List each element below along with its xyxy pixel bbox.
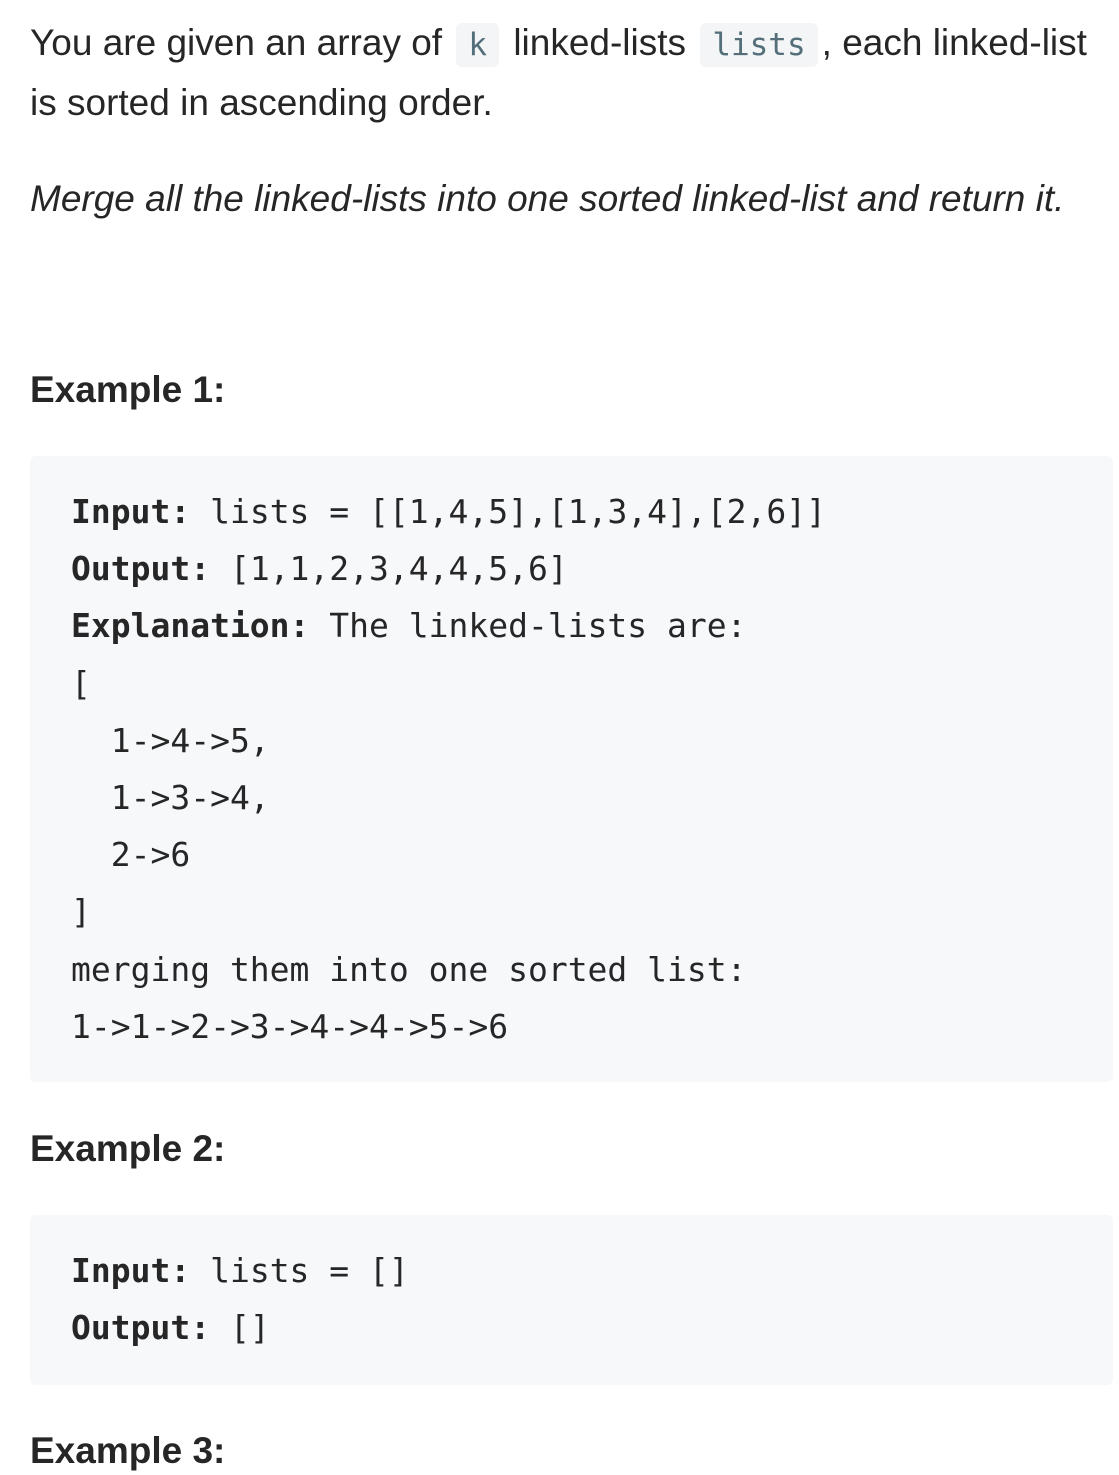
example-1-code-block: Input: lists = [[1,4,5],[1,3,4],[2,6]] O… (30, 456, 1113, 1082)
problem-intro: You are given an array of k linked-lists… (30, 14, 1113, 132)
explanation-line: 2->6 (71, 835, 191, 875)
output-value: [] (210, 1308, 270, 1348)
input-value: lists = [[1,4,5],[1,3,4],[2,6]] (190, 492, 826, 531)
explanation-text: The linked-lists are: (309, 606, 747, 646)
input-label: Input: (71, 1251, 191, 1290)
example-1-explanation-line: Explanation: The linked-lists are: (71, 597, 1113, 654)
explanation-line: 1->1->2->3->4->4->5->6 (71, 1006, 509, 1046)
explanation-line: merging them into one sorted list: (71, 949, 747, 989)
problem-task: Merge all the linked-lists into one sort… (30, 178, 1065, 219)
explanation-line: [ (71, 663, 91, 703)
example-2-code-block: Input: lists = [] Output: [] (30, 1215, 1113, 1385)
explanation-line: 1->4->5, (71, 720, 270, 760)
example-2-heading: Example 2: (30, 1128, 226, 1169)
example-1-input-line: Input: lists = [[1,4,5],[1,3,4],[2,6]] (71, 483, 1113, 540)
output-label: Output: (71, 549, 211, 589)
inline-code-lists: lists (700, 23, 818, 67)
example-2-input-line: Input: lists = [] (71, 1242, 1113, 1299)
intro-text-1: You are given an array of (30, 22, 443, 63)
example-3-heading: Example 3: (30, 1430, 226, 1471)
explanation-line: 1->3->4, (71, 777, 270, 817)
output-label: Output: (71, 1308, 211, 1348)
example-2-output-line: Output: [] (71, 1299, 1113, 1356)
output-value: [1,1,2,3,4,4,5,6] (210, 549, 568, 589)
inline-code-k: k (456, 23, 500, 67)
explanation-label: Explanation: (71, 606, 310, 646)
input-label: Input: (71, 492, 191, 531)
input-value: lists = [] (190, 1251, 409, 1290)
intro-text-2: linked-lists (513, 22, 687, 63)
example-1-heading: Example 1: (30, 369, 226, 410)
explanation-line: ] (71, 892, 91, 932)
example-1-output-line: Output: [1,1,2,3,4,4,5,6] (71, 540, 1113, 597)
